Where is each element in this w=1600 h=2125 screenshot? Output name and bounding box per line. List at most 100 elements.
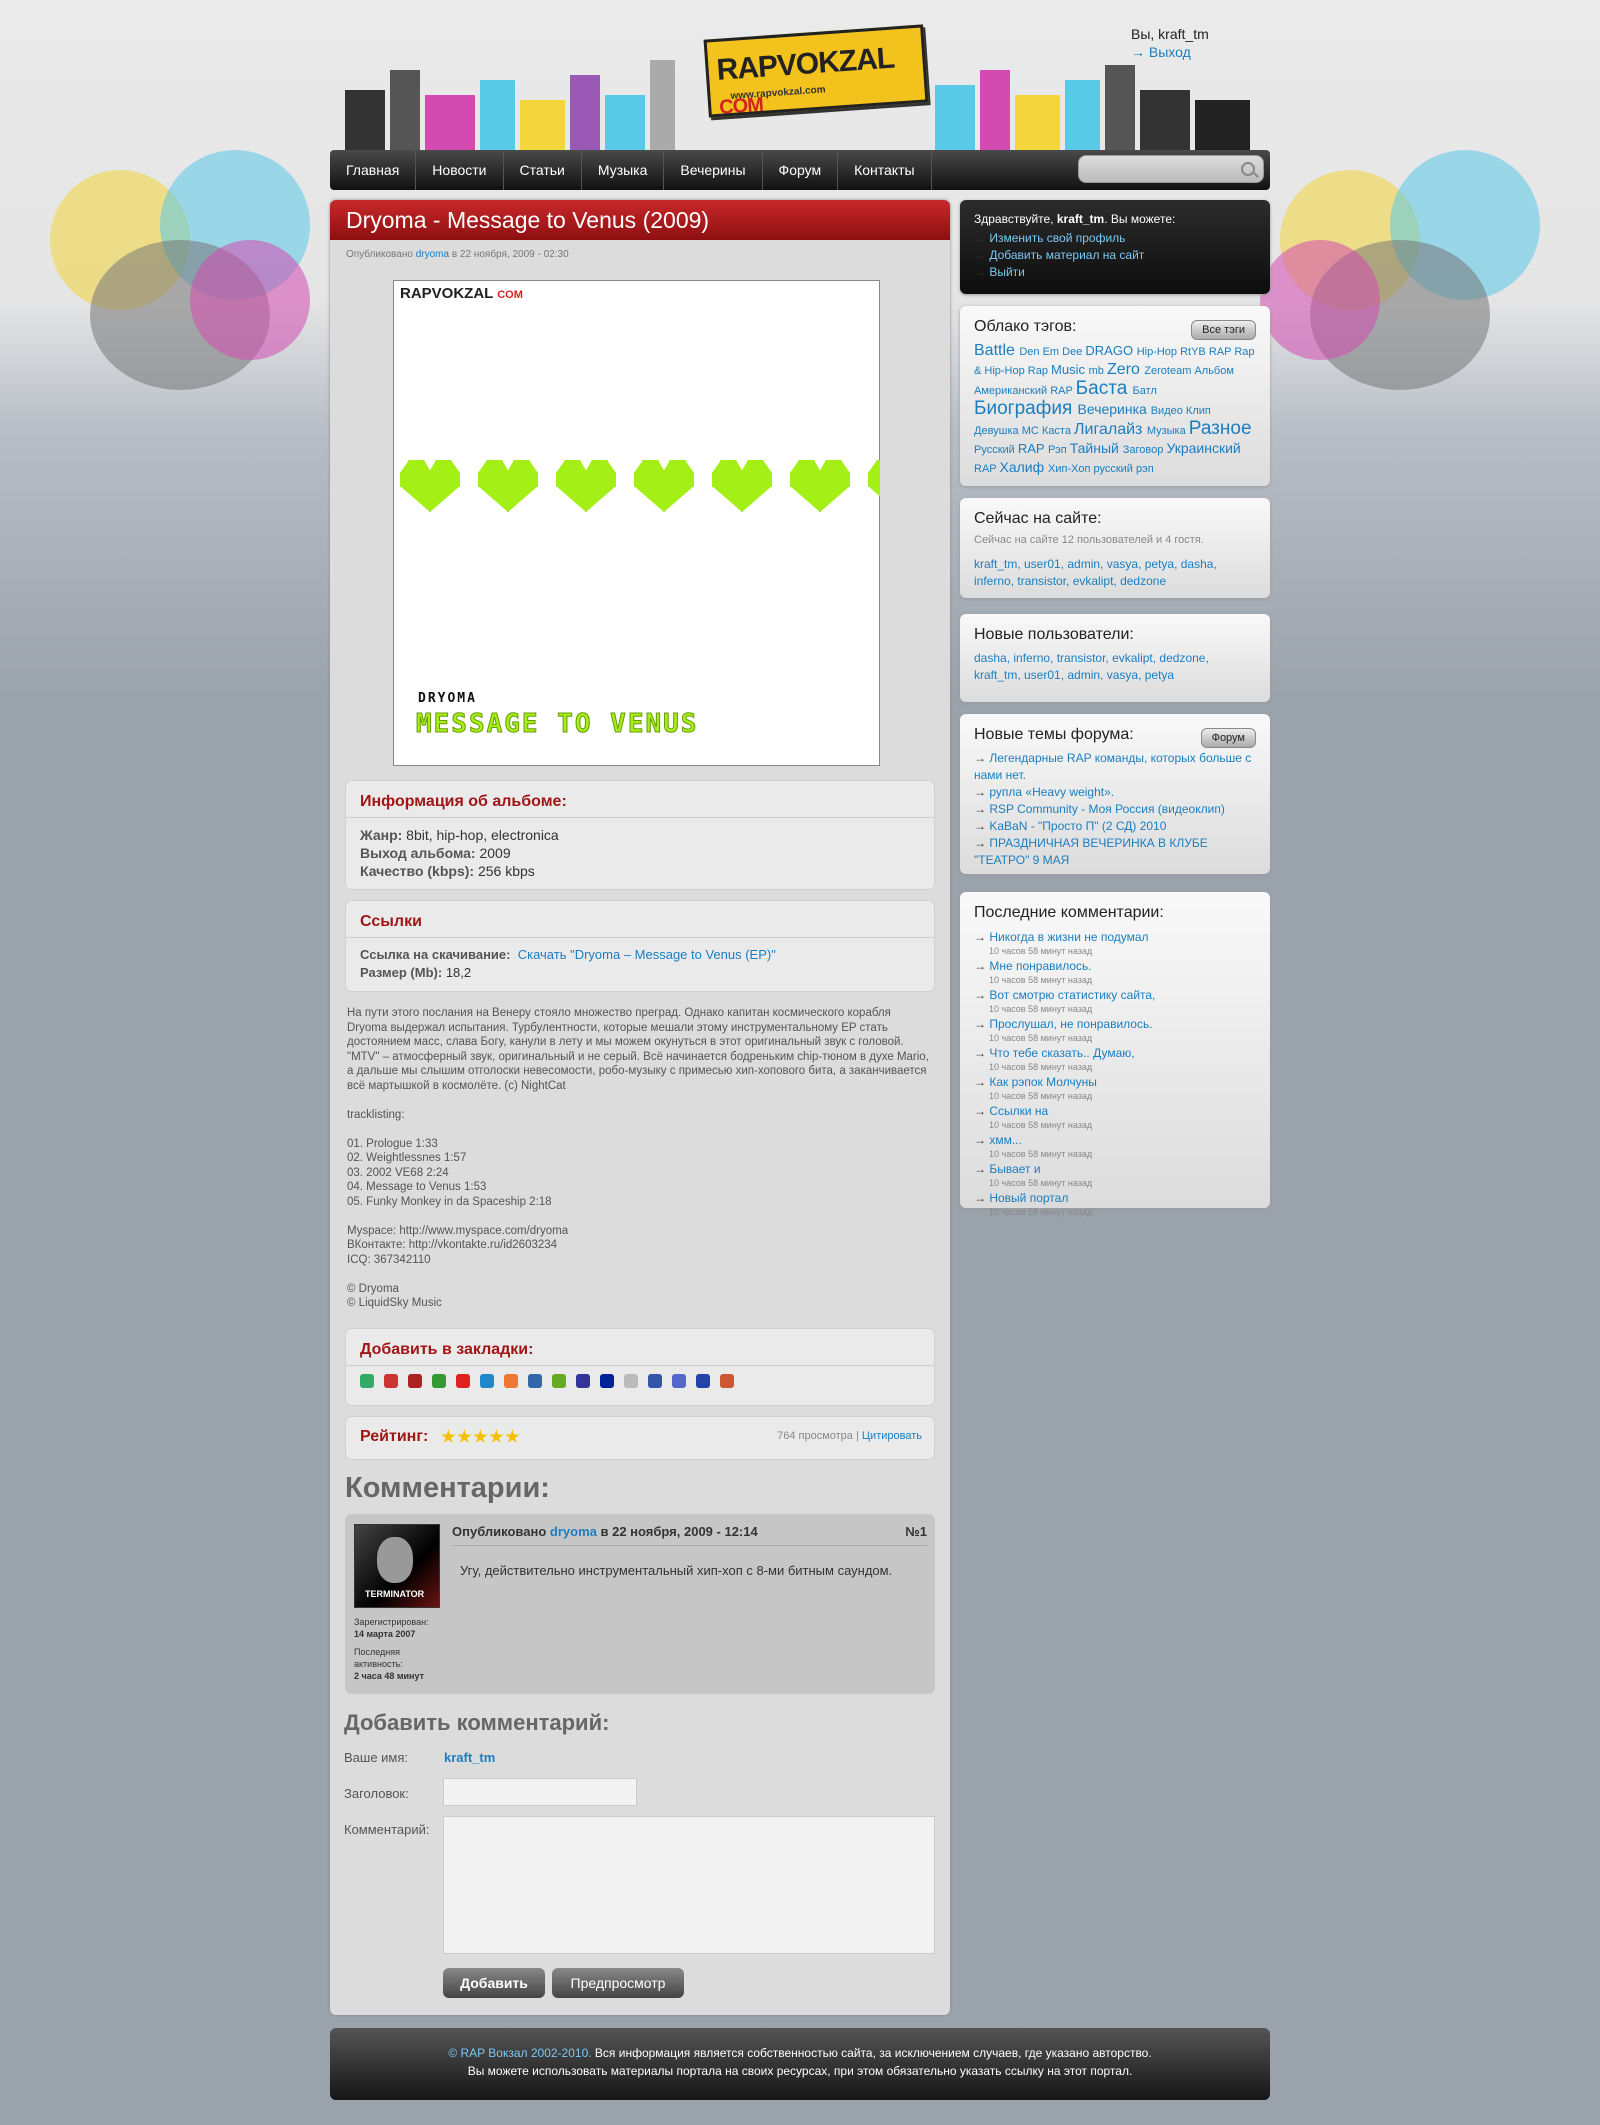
- star-icon[interactable]: [441, 1429, 456, 1443]
- tag-link[interactable]: Биография: [974, 398, 1078, 419]
- tag-link[interactable]: Zeroteam: [1144, 365, 1194, 377]
- tag-link[interactable]: mb: [1089, 365, 1107, 377]
- tag-link[interactable]: Den Em Dee: [1019, 346, 1085, 358]
- tag-link[interactable]: Вечеринка: [1078, 401, 1151, 417]
- last-comment-link[interactable]: Прослушал, не понравилось.: [989, 1017, 1152, 1031]
- tag-link[interactable]: Батл: [1133, 385, 1157, 397]
- tag-link[interactable]: DRAGO: [1085, 343, 1136, 358]
- nav-item-home[interactable]: Главная: [330, 150, 417, 190]
- comment-number[interactable]: №1: [905, 1524, 927, 1539]
- last-comment-link[interactable]: Новый портал: [989, 1191, 1068, 1205]
- bookmark-service-icon[interactable]: [648, 1374, 662, 1388]
- tag-link[interactable]: Hip-Hop: [1137, 346, 1180, 358]
- last-comment-link[interactable]: Мне понравилось.: [989, 959, 1091, 973]
- tag-link[interactable]: Рэп: [1048, 444, 1070, 456]
- star-icon[interactable]: [489, 1429, 504, 1443]
- tag-link[interactable]: Тайный: [1070, 440, 1123, 456]
- footer-copyright[interactable]: © RAP Вокзал 2002-2010.: [448, 2046, 591, 2060]
- logout-link[interactable]: → Выход: [1131, 44, 1191, 60]
- all-tags-button[interactable]: Все тэги: [1191, 320, 1256, 340]
- tag-link[interactable]: Альбом: [1194, 365, 1233, 377]
- bookmark-service-icon[interactable]: [528, 1374, 542, 1388]
- tag-link[interactable]: RtYB: [1180, 346, 1209, 358]
- tag-link[interactable]: MC: [1022, 425, 1042, 437]
- avatar[interactable]: TERMINATOR: [354, 1524, 440, 1608]
- tag-link[interactable]: Русский: [974, 444, 1018, 456]
- nav-item-parties[interactable]: Вечерины: [664, 150, 763, 190]
- bookmark-service-icon[interactable]: [696, 1374, 710, 1388]
- tag-link[interactable]: Хип-Хоп: [1048, 463, 1093, 475]
- forum-topic[interactable]: рупла «Heavy weight».: [974, 784, 1256, 801]
- tag-link[interactable]: Battle: [974, 342, 1019, 359]
- bookmark-service-icon[interactable]: [408, 1374, 422, 1388]
- tag-link[interactable]: русский рэп: [1093, 463, 1153, 475]
- rating-stars[interactable]: [441, 1429, 520, 1444]
- bookmark-service-icon[interactable]: [624, 1374, 638, 1388]
- tag-link[interactable]: Видео: [1151, 405, 1186, 417]
- tag-link[interactable]: Американский: [974, 385, 1050, 397]
- tag-link[interactable]: Разное: [1189, 418, 1252, 439]
- star-icon[interactable]: [505, 1429, 520, 1443]
- tag-link[interactable]: Халиф: [999, 459, 1048, 475]
- online-users[interactable]: kraft_tm, user01, admin, vasya, petya, d…: [974, 556, 1256, 590]
- tag-link[interactable]: Клип: [1186, 405, 1211, 417]
- forum-topic[interactable]: RSP Community - Моя Россия (видеоклип): [974, 801, 1256, 818]
- preview-button[interactable]: Предпросмотр: [552, 1968, 684, 1998]
- tag-link[interactable]: Каста: [1042, 425, 1074, 437]
- tag-link[interactable]: Rap: [1028, 365, 1051, 377]
- tag-link[interactable]: Девушка: [974, 425, 1022, 437]
- bookmark-service-icon[interactable]: [504, 1374, 518, 1388]
- last-comment-link[interactable]: Бывает и: [989, 1162, 1040, 1176]
- nav-item-contacts[interactable]: Контакты: [838, 150, 932, 190]
- forum-topic[interactable]: KaBaN - "Просто П" (2 СД) 2010: [974, 818, 1256, 835]
- last-comment-link[interactable]: Вот смотрю статистику сайта,: [989, 988, 1155, 1002]
- bookmark-service-icon[interactable]: [456, 1374, 470, 1388]
- download-link[interactable]: Скачать "Dryoma – Message to Venus (EP)": [518, 947, 776, 962]
- nav-item-music[interactable]: Музыка: [582, 150, 665, 190]
- search-input[interactable]: [1079, 156, 1229, 182]
- forum-topic[interactable]: Легендарные RAP команды, которых больше …: [974, 750, 1256, 784]
- tag-link[interactable]: Украинский: [1166, 440, 1240, 456]
- new-users-list[interactable]: dasha, inferno, transistor, evkalipt, de…: [974, 650, 1256, 684]
- bookmark-service-icon[interactable]: [480, 1374, 494, 1388]
- bookmark-service-icon[interactable]: [720, 1374, 734, 1388]
- bookmark-service-icon[interactable]: [360, 1374, 374, 1388]
- last-comment-link[interactable]: Никогда в жизни не подумал: [989, 930, 1148, 944]
- forum-button[interactable]: Форум: [1200, 728, 1256, 748]
- site-logo[interactable]: RAPVOKZAL COM www.rapvokzal.com: [703, 24, 929, 119]
- last-comment-link[interactable]: Ссылки на: [989, 1104, 1048, 1118]
- bookmark-service-icon[interactable]: [672, 1374, 686, 1388]
- subject-input[interactable]: [443, 1778, 637, 1806]
- tag-link[interactable]: Zero: [1107, 361, 1144, 378]
- tag-link[interactable]: Лигалайз: [1074, 421, 1147, 438]
- bookmark-service-icon[interactable]: [384, 1374, 398, 1388]
- album-cover[interactable]: RAPVOKZAL COM DRYOMA MESSAGE TO VENUS: [393, 280, 880, 766]
- author-link[interactable]: dryoma: [416, 249, 449, 260]
- last-comment-link[interactable]: Как рэпок Молчуны: [989, 1075, 1097, 1089]
- comment-author[interactable]: dryoma: [550, 1524, 597, 1539]
- tag-link[interactable]: Баста: [1076, 378, 1133, 399]
- tag-link[interactable]: RAP: [1209, 346, 1234, 358]
- submit-button[interactable]: Добавить: [443, 1968, 545, 1998]
- tag-link[interactable]: Music: [1051, 362, 1089, 377]
- tag-link[interactable]: RAP: [974, 463, 999, 475]
- tag-link[interactable]: Заговор: [1123, 444, 1167, 456]
- bookmark-service-icon[interactable]: [576, 1374, 590, 1388]
- star-icon[interactable]: [457, 1429, 472, 1443]
- signout-link[interactable]: Выйти: [974, 264, 1256, 281]
- comment-textarea[interactable]: [443, 1816, 935, 1954]
- tag-link[interactable]: RAP: [1050, 385, 1075, 397]
- nav-item-articles[interactable]: Статьи: [504, 150, 582, 190]
- nav-item-forum[interactable]: Форум: [763, 150, 839, 190]
- bookmark-service-icon[interactable]: [552, 1374, 566, 1388]
- bookmark-service-icon[interactable]: [432, 1374, 446, 1388]
- star-icon[interactable]: [473, 1429, 488, 1443]
- nav-item-news[interactable]: Новости: [416, 150, 504, 190]
- forum-topic[interactable]: ПРАЗДНИЧНАЯ ВЕЧЕРИНКА В КЛУБЕ "ТЕАТРО" 9…: [974, 835, 1256, 869]
- search-icon[interactable]: [1241, 162, 1255, 176]
- tag-link[interactable]: RAP: [1018, 441, 1048, 456]
- last-comment-link[interactable]: хмм...: [989, 1133, 1022, 1147]
- tag-link[interactable]: Музыка: [1147, 425, 1189, 437]
- cite-link[interactable]: Цитировать: [862, 1430, 922, 1442]
- last-comment-link[interactable]: Что тебе сказать.. Думаю,: [989, 1046, 1134, 1060]
